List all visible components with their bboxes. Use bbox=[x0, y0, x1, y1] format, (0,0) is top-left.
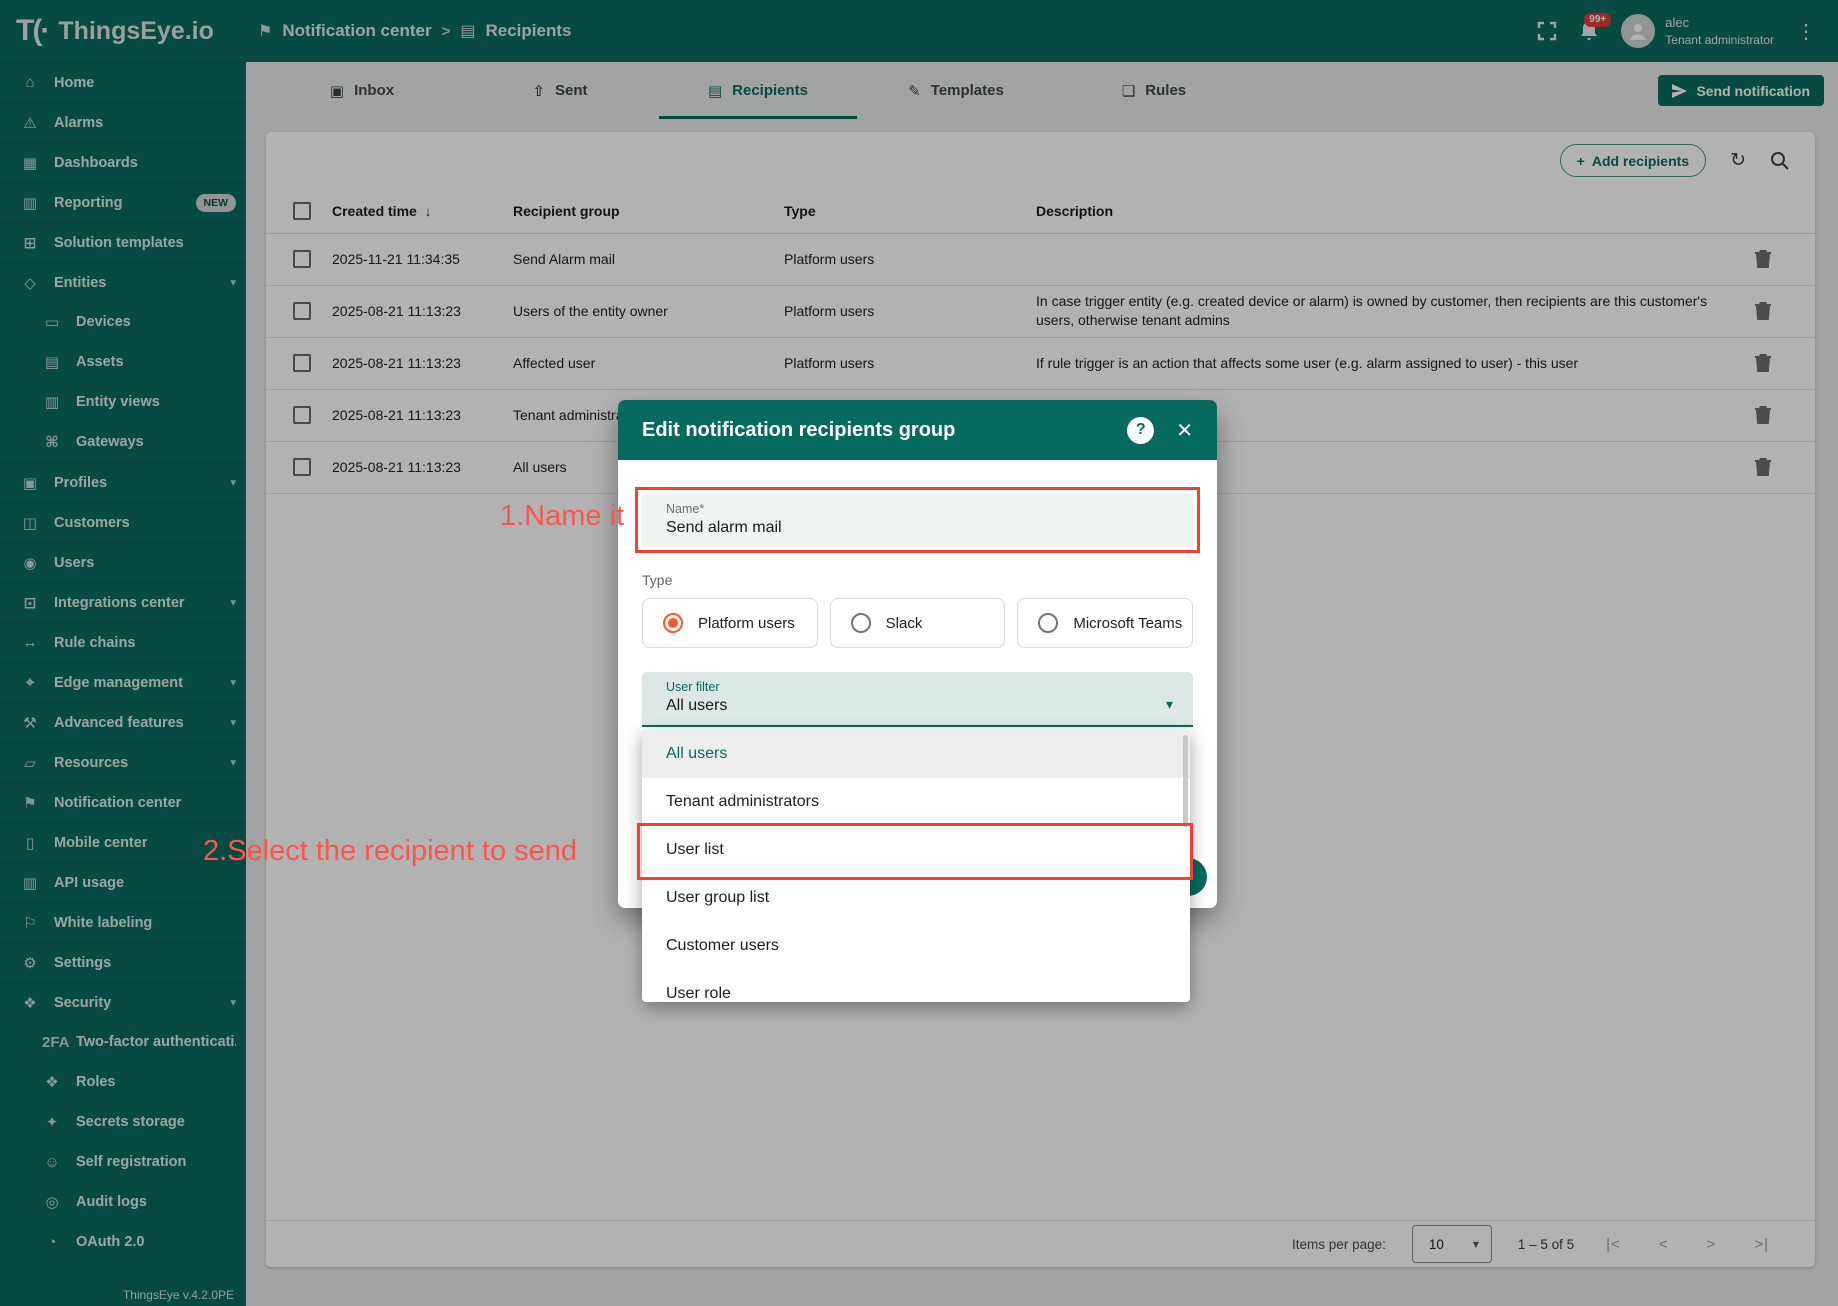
name-input-field[interactable]: Name* Send alarm mail bbox=[642, 494, 1193, 547]
dropdown-option[interactable]: User list bbox=[642, 826, 1190, 874]
dropdown-option-label: User group list bbox=[666, 889, 770, 906]
radio-icon bbox=[663, 613, 683, 633]
close-button[interactable]: ✕ bbox=[1176, 418, 1193, 443]
dropdown-caret-icon: ▾ bbox=[1165, 696, 1173, 712]
type-radio-option[interactable]: Slack bbox=[829, 598, 1006, 648]
dropdown-option-label: All users bbox=[666, 745, 728, 762]
annotation-step2: 2.Select the recipient to send bbox=[203, 835, 578, 867]
dropdown-option[interactable]: User role bbox=[642, 970, 1190, 1002]
radio-icon bbox=[1038, 613, 1059, 633]
close-icon: ✕ bbox=[1176, 419, 1193, 442]
type-radio-option[interactable]: Microsoft Teams bbox=[1017, 598, 1194, 648]
radio-label: Platform users bbox=[698, 614, 795, 632]
dropdown-option-label: Tenant administrators bbox=[666, 793, 819, 810]
name-field-label: Name* bbox=[666, 502, 705, 516]
modal-header: Edit notification recipients group ? ✕ bbox=[618, 400, 1217, 460]
dropdown-option-label: User list bbox=[666, 841, 724, 858]
name-field-value: Send alarm mail bbox=[666, 519, 782, 536]
user-filter-value: All users bbox=[666, 697, 728, 714]
modal-title: Edit notification recipients group bbox=[642, 418, 956, 441]
dropdown-option[interactable]: Tenant administrators bbox=[642, 778, 1190, 826]
type-section-label: Type bbox=[642, 572, 673, 588]
dropdown-option-label: User role bbox=[666, 985, 731, 1002]
type-radio-option[interactable]: Platform users bbox=[642, 598, 818, 648]
dropdown-option[interactable]: All users bbox=[642, 730, 1190, 778]
annotation-step1: 1.Name it bbox=[500, 500, 625, 532]
radio-label: Slack bbox=[885, 614, 923, 632]
radio-icon bbox=[850, 613, 871, 633]
user-filter-select[interactable]: User filter All users ▾ bbox=[642, 672, 1193, 727]
user-filter-label: User filter bbox=[666, 680, 720, 694]
dropdown-option[interactable]: Customer users bbox=[642, 922, 1190, 970]
question-mark-icon: ? bbox=[1135, 421, 1146, 438]
dropdown-option-label: Customer users bbox=[666, 937, 779, 954]
radio-label: Microsoft Teams bbox=[1073, 614, 1183, 632]
user-filter-dropdown: All users Tenant administrators User lis… bbox=[642, 730, 1190, 1002]
help-button[interactable]: ? bbox=[1127, 416, 1155, 444]
dropdown-option[interactable]: User group list bbox=[642, 874, 1190, 922]
dropdown-scrollbar[interactable] bbox=[1183, 735, 1188, 827]
